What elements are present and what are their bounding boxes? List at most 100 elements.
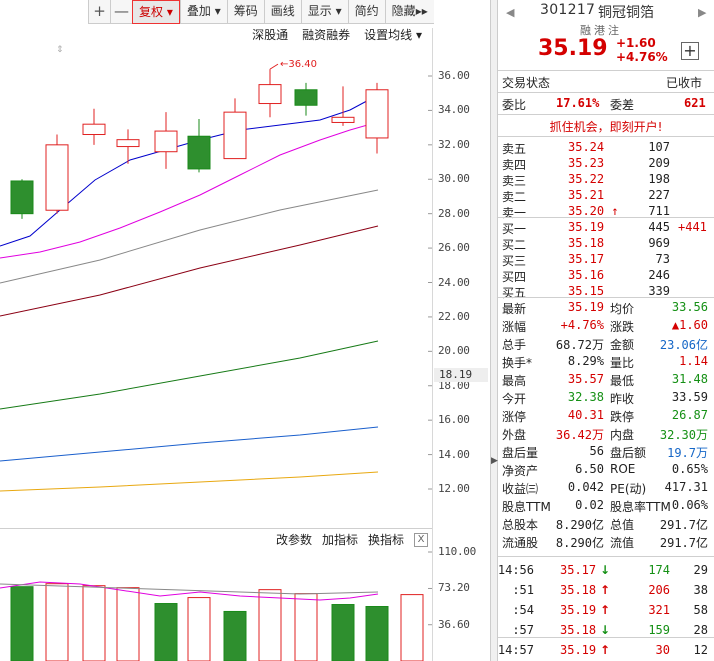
stat-label: ROE bbox=[610, 462, 636, 476]
arrow-down-icon: ↓ bbox=[600, 623, 611, 637]
sell-level-row[interactable]: 卖四 35.23 209 bbox=[498, 156, 714, 173]
next-stock-icon[interactable]: ▶ bbox=[698, 6, 706, 19]
level-volume: 339 bbox=[648, 284, 670, 298]
level-price: 35.15 bbox=[568, 284, 605, 298]
sell-level-row[interactable]: 卖三 35.22 198 bbox=[498, 172, 714, 189]
stat-value: 8.290亿 bbox=[555, 536, 604, 550]
stat-label: 总手 bbox=[502, 338, 527, 352]
stat-label: 金额 bbox=[610, 338, 635, 352]
tick-price: 35.19 bbox=[560, 603, 597, 617]
candle-body bbox=[82, 123, 106, 136]
tick-count: 58 bbox=[693, 603, 708, 617]
stat-row: 总手 68.72万 金额 23.06亿 bbox=[498, 336, 714, 353]
high-label: ←36.40 bbox=[280, 59, 317, 70]
candle-body bbox=[45, 144, 69, 211]
stat-value: 33.56 bbox=[671, 300, 708, 314]
stat-label: 涨幅 bbox=[502, 320, 527, 334]
stat-label: 流通股 bbox=[502, 536, 539, 550]
volume-bar bbox=[365, 606, 389, 661]
stat-label: 外盘 bbox=[502, 428, 527, 442]
sell-level-row[interactable]: 卖二 35.21 227 bbox=[498, 188, 714, 205]
stat-row: 收益㈢ 0.042 PE(动) 417.31 bbox=[498, 480, 714, 497]
price-tick-label: 20.00 bbox=[438, 344, 470, 358]
tick-volume: 30 bbox=[655, 643, 670, 657]
add-indicator-button[interactable]: 加指标 bbox=[322, 531, 358, 548]
level-label: 卖三 bbox=[502, 174, 527, 188]
divider bbox=[498, 92, 714, 93]
buy-level-row[interactable]: 买二 35.18 969 bbox=[498, 236, 714, 253]
sell-level-row[interactable]: 卖一 35.20 ↑ 711 bbox=[498, 204, 714, 221]
volume-bar bbox=[400, 594, 424, 661]
level-price: 35.16 bbox=[568, 268, 605, 282]
stat-value: 26.87 bbox=[671, 408, 708, 422]
open-account-ad[interactable]: 抓住机会，即刻开户! bbox=[498, 118, 714, 135]
stat-label: 股息率TTM bbox=[610, 500, 671, 514]
volume-bar bbox=[116, 587, 140, 661]
buy-level-row[interactable]: 买五 35.15 339 bbox=[498, 284, 714, 301]
stat-label: 今开 bbox=[502, 392, 527, 406]
stat-value: 19.7万 bbox=[667, 446, 708, 460]
buy-level-row[interactable]: 买三 35.17 73 bbox=[498, 252, 714, 269]
stat-value: +4.76% bbox=[560, 318, 604, 332]
stat-value: 35.19 bbox=[567, 300, 604, 314]
indicator-separator bbox=[0, 528, 432, 529]
stat-value: 23.06亿 bbox=[659, 338, 708, 352]
arrow-up-icon: ↑ bbox=[600, 583, 611, 597]
edit-params-button[interactable]: 改参数 bbox=[276, 531, 312, 548]
add-watchlist-button[interactable]: + bbox=[681, 42, 699, 60]
price-tick-label: 14.00 bbox=[438, 447, 470, 461]
divider bbox=[498, 556, 714, 557]
stat-label: 量比 bbox=[610, 356, 635, 370]
buy-level-row[interactable]: 买四 35.16 246 bbox=[498, 268, 714, 285]
stat-row: 涨停 40.31 跌停 26.87 bbox=[498, 408, 714, 425]
level-price: 35.19 bbox=[568, 220, 605, 234]
ma-line-6 bbox=[0, 426, 379, 462]
level-volume: 73 bbox=[655, 252, 670, 266]
level-volume: 711 bbox=[648, 204, 670, 218]
tick-count: 12 bbox=[693, 643, 708, 657]
divider bbox=[498, 114, 714, 115]
weicha-label: 委差 bbox=[610, 98, 635, 112]
level-price: 35.23 bbox=[568, 156, 605, 170]
tick-time: :54 bbox=[512, 603, 534, 617]
latest-price: 35.19 bbox=[538, 36, 608, 61]
change-value: +1.60 bbox=[616, 36, 656, 50]
status-row: 交易状态 已收市 bbox=[498, 74, 714, 91]
stat-value: 32.30万 bbox=[659, 428, 708, 442]
price-tick-label: 16.00 bbox=[438, 413, 470, 427]
prev-stock-icon[interactable]: ◀ bbox=[506, 6, 514, 19]
stat-value: 36.42万 bbox=[555, 428, 604, 442]
tick-price: 35.19 bbox=[560, 643, 597, 657]
sell-level-row[interactable]: 卖五 35.24 107 bbox=[498, 140, 714, 157]
weibi-row: 委比 17.61% 委差 621 bbox=[498, 96, 714, 113]
level-label: 卖二 bbox=[502, 190, 527, 204]
stat-row: 最新 35.19 均价 33.56 bbox=[498, 300, 714, 317]
stat-label: 盘后额 bbox=[610, 446, 647, 460]
kline-chart-area[interactable]: + — 复权 ▾ 叠加 ▾ 筹码 画线 显示 ▾ 简约 隐藏▸▸ 深股通 融资融… bbox=[0, 0, 490, 661]
stat-label: 换手* bbox=[502, 356, 533, 370]
stat-value: 0.042 bbox=[567, 480, 604, 494]
stat-row: 股息TTM 0.02 股息率TTM 0.06% bbox=[498, 498, 714, 515]
panel-collapse-handle[interactable]: ▶ bbox=[490, 0, 498, 661]
divider bbox=[498, 70, 714, 71]
buy-level-row[interactable]: 买一 35.19 445 +441 bbox=[498, 220, 714, 237]
stat-value: 417.31 bbox=[664, 480, 708, 494]
stat-value: ▲1.60 bbox=[671, 318, 708, 332]
weibi-value: 17.61% bbox=[556, 96, 600, 110]
candlestick-svg: ⇕ ←36.40 bbox=[0, 45, 432, 661]
stat-value: 6.50 bbox=[575, 462, 604, 476]
candle-body bbox=[187, 135, 211, 170]
tick-count: 28 bbox=[693, 623, 708, 637]
stat-label: 涨停 bbox=[502, 410, 527, 424]
stat-value: 0.65% bbox=[671, 462, 708, 476]
tick-time: 14:56 bbox=[497, 563, 534, 577]
volume-bar bbox=[187, 597, 211, 661]
stat-value: 56 bbox=[589, 444, 604, 458]
close-indicator-button[interactable]: X bbox=[414, 533, 428, 547]
high-pointer bbox=[269, 63, 279, 70]
level-price: 35.24 bbox=[568, 140, 605, 154]
change-indicator-button[interactable]: 换指标 bbox=[368, 531, 404, 548]
tick-volume: 321 bbox=[648, 603, 670, 617]
stat-label: 最新 bbox=[502, 302, 527, 316]
stat-row: 换手* 8.29% 量比 1.14 bbox=[498, 354, 714, 371]
